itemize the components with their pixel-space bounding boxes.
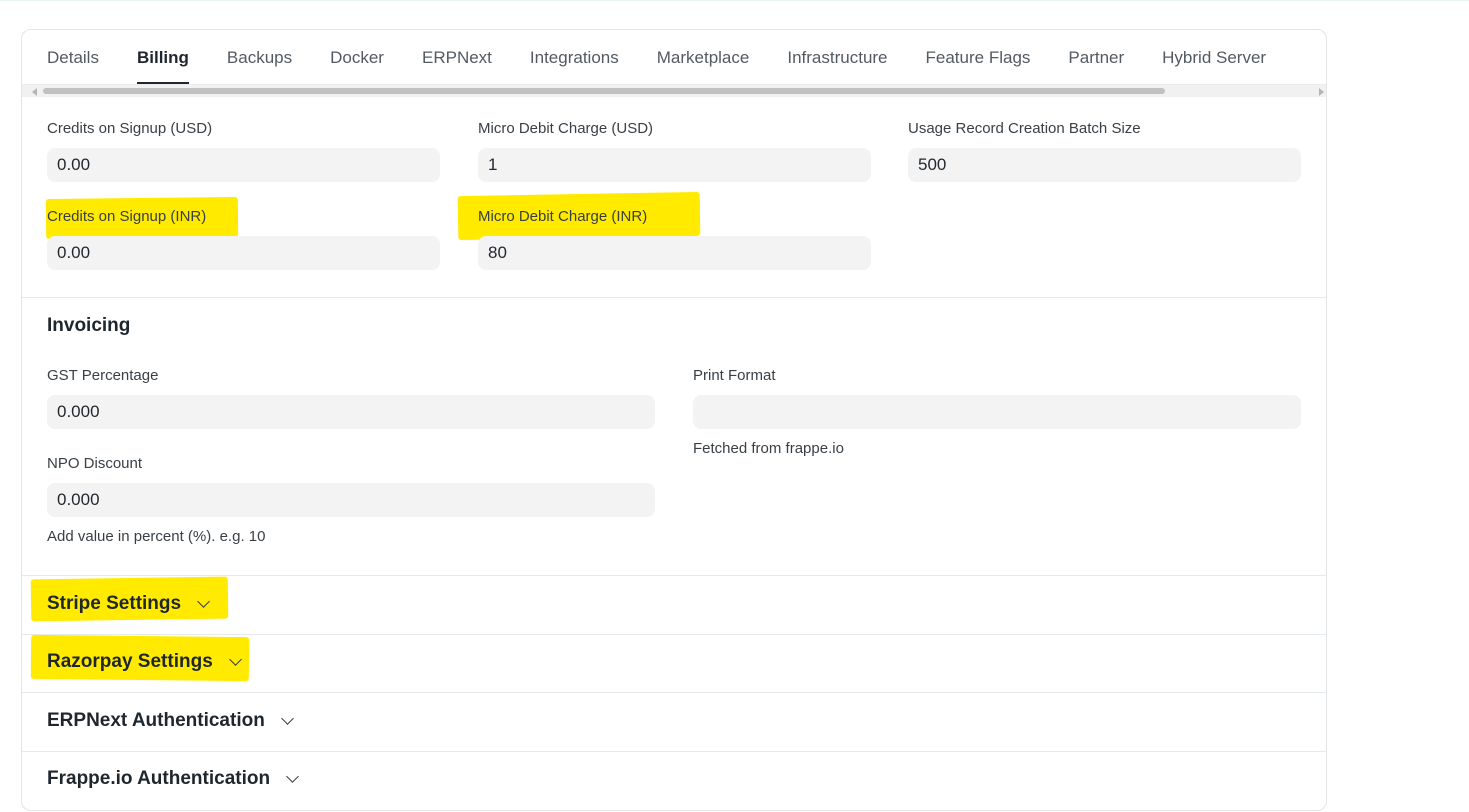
- micro-debit-usd-label: Micro Debit Charge (USD): [478, 120, 654, 137]
- credits-signup-inr-label: Credits on Signup (INR): [47, 208, 207, 225]
- print-format-label: Print Format: [693, 367, 776, 384]
- print-format-description: Fetched from frappe.io: [693, 440, 844, 457]
- npo-discount-input[interactable]: 0.000: [47, 483, 655, 517]
- tab-erpnext[interactable]: ERPNext: [422, 30, 492, 84]
- frappe-authentication-title: Frappe.io Authentication: [47, 768, 271, 789]
- section-divider: [22, 751, 1326, 752]
- chevron-down-icon: [280, 711, 294, 725]
- chevron-down-icon: [228, 652, 242, 666]
- chevron-down-icon: [197, 594, 210, 608]
- section-divider: [22, 634, 1326, 635]
- tab-details[interactable]: Details: [47, 30, 99, 84]
- npo-discount-label: NPO Discount: [47, 455, 143, 472]
- section-divider: [22, 692, 1326, 693]
- section-divider: [22, 297, 1326, 298]
- razorpay-settings-header[interactable]: Razorpay Settings: [47, 651, 242, 673]
- tab-feature-flags[interactable]: Feature Flags: [926, 30, 1031, 84]
- gst-percentage-label: GST Percentage: [47, 367, 159, 384]
- tab-bar: Details Billing Backups Docker ERPNext I…: [22, 30, 1326, 84]
- erpnext-authentication-header[interactable]: ERPNext Authentication: [47, 710, 294, 732]
- batch-size-label: Usage Record Creation Batch Size: [908, 120, 1141, 137]
- stripe-settings-header[interactable]: Stripe Settings: [47, 593, 210, 615]
- invoicing-title: Invoicing: [47, 315, 131, 336]
- tab-docker[interactable]: Docker: [330, 30, 384, 84]
- stripe-settings-title: Stripe Settings: [47, 593, 182, 614]
- credits-signup-usd-input[interactable]: 0.00: [47, 148, 440, 182]
- chevron-down-icon: [286, 769, 299, 783]
- tab-integrations[interactable]: Integrations: [530, 30, 619, 84]
- micro-debit-inr-label: Micro Debit Charge (INR): [478, 208, 648, 225]
- tab-hybrid-server[interactable]: Hybrid Server: [1162, 30, 1266, 84]
- tab-scrollbar[interactable]: [22, 84, 1326, 97]
- micro-debit-usd-input[interactable]: 1: [478, 148, 871, 182]
- scrollbar-thumb[interactable]: [43, 88, 1165, 94]
- page: Details Billing Backups Docker ERPNext I…: [0, 0, 1469, 812]
- tab-infrastructure[interactable]: Infrastructure: [787, 30, 887, 84]
- credits-signup-inr-input[interactable]: 0.00: [47, 236, 440, 270]
- scroll-right-icon[interactable]: [1319, 88, 1324, 96]
- erpnext-authentication-title: ERPNext Authentication: [47, 710, 265, 731]
- settings-card: Details Billing Backups Docker ERPNext I…: [21, 29, 1327, 811]
- tab-partner[interactable]: Partner: [1068, 30, 1124, 84]
- npo-discount-description: Add value in percent (%). e.g. 10: [47, 528, 266, 545]
- frappe-authentication-header[interactable]: Frappe.io Authentication: [47, 768, 299, 790]
- scroll-left-icon[interactable]: [32, 88, 37, 96]
- batch-size-input[interactable]: 500: [908, 148, 1301, 182]
- tab-backups[interactable]: Backups: [227, 30, 292, 84]
- gst-percentage-input[interactable]: 0.000: [47, 395, 655, 429]
- tab-marketplace[interactable]: Marketplace: [657, 30, 750, 84]
- razorpay-settings-title: Razorpay Settings: [47, 651, 213, 672]
- credits-signup-usd-label: Credits on Signup (USD): [47, 120, 213, 137]
- tab-billing[interactable]: Billing: [136, 30, 189, 84]
- micro-debit-inr-input[interactable]: 80: [478, 236, 871, 270]
- print-format-input[interactable]: [693, 395, 1301, 429]
